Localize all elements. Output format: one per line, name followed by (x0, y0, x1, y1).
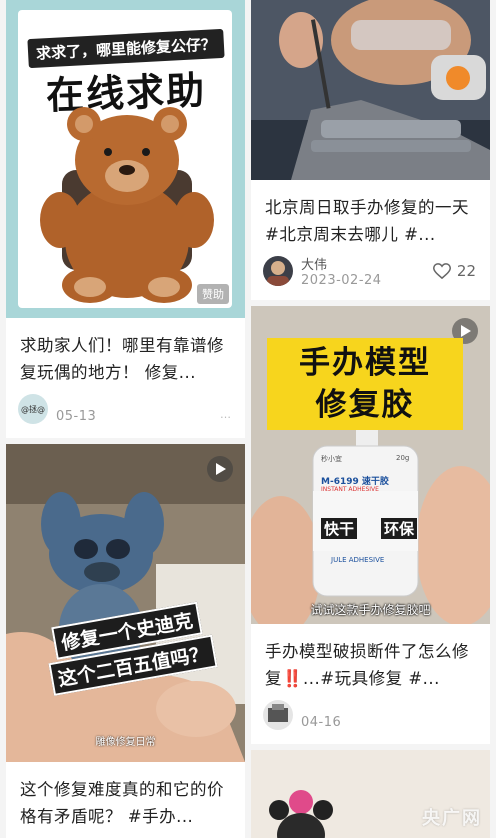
note-card[interactable]: 手办模型 修复胶 秒小宜 20g M-6199 速干胶 INSTANT ADHE… (251, 306, 490, 744)
note-title[interactable]: 求助家人们！哪里有靠谱修复玩偶的地方！ 修复... (6, 318, 245, 386)
note-title[interactable]: 这个修复难度真的和它的价格有矛盾呢？ #手办... (6, 762, 245, 838)
feed-column-left: 求求了，哪里能修复公仔？ 在线求助 赞助 求助家人们！哪里有靠谱修复玩偶的地方！… (6, 0, 245, 838)
note-date: 04-16 (301, 714, 342, 730)
avatar-image (267, 261, 289, 286)
heart-icon (432, 263, 451, 279)
bottle-brand: 秒小宜 (321, 455, 342, 463)
cover-title-line2: 修复胶 (315, 387, 415, 423)
author-avatar[interactable] (263, 700, 293, 730)
repair-workshop-image (251, 0, 490, 180)
note-title[interactable]: 手办模型破损断件了怎么修复‼️...#玩具修复 #... (251, 624, 490, 692)
avatar-image (268, 704, 288, 722)
note-card[interactable]: 北京周日取手办修复的一天 #北京周末去哪儿 #... 大伟 2023-02-24… (251, 0, 490, 300)
cover-footer-text: 雕像修复日常 (95, 737, 156, 748)
bottle-subtitle: INSTANT ADHESIVE (321, 486, 379, 493)
note-meta: 大伟 2023-02-24 22 (251, 248, 490, 300)
author-avatar[interactable]: @拯@ (18, 394, 48, 424)
play-icon (216, 463, 226, 475)
cover-title: 手办模型 修复胶 (267, 338, 463, 430)
bottle-footer: JULE ADHESIVE (331, 556, 385, 564)
note-title-part2: ...#玩具修复 #... (303, 669, 440, 688)
like-button[interactable]: 22 (432, 262, 476, 280)
note-cover[interactable]: 求求了，哪里能修复公仔？ 在线求助 赞助 (6, 0, 245, 318)
like-count: 22 (456, 262, 476, 280)
note-date: 2023-02-24 (301, 273, 382, 288)
note-title[interactable]: 北京周日取手办修复的一天 #北京周末去哪儿 #... (251, 180, 490, 248)
cover-caption-fast: 快干 (321, 518, 358, 539)
play-icon (461, 325, 471, 337)
watermark-logo: 央广网 (422, 808, 482, 829)
note-card[interactable]: 求求了，哪里能修复公仔？ 在线求助 赞助 求助家人们！哪里有靠谱修复玩偶的地方！… (6, 0, 245, 438)
cover-caption-eco: 环保 (381, 518, 418, 539)
teddy-bear-image (40, 107, 214, 303)
note-cover[interactable] (251, 0, 490, 180)
feed-column-right: 北京周日取手办修复的一天 #北京周末去哪儿 #... 大伟 2023-02-24… (251, 0, 490, 838)
author-name[interactable]: 大伟 (301, 254, 382, 273)
author-info: 04-16 (301, 701, 341, 730)
cover-title-line1: 手办模型 (299, 345, 431, 381)
author-badge-text: @拯@ (21, 404, 45, 414)
sponsored-tag: 赞助 (197, 284, 229, 304)
note-date: 05-13 (56, 408, 97, 424)
cover-subtitle: 试试这款手办修复胶吧 (310, 603, 431, 617)
like-count: … (220, 407, 231, 421)
like-button[interactable]: … (220, 408, 231, 421)
note-card[interactable]: 修复一个史迪克 这个二百五值吗？ 雕像修复日常 这个修复难度真的和它的价格有矛盾… (6, 444, 245, 838)
author-avatar[interactable] (263, 256, 293, 286)
note-meta: @拯@ 05-13 … (6, 386, 245, 438)
author-info: 05-13 (56, 395, 96, 424)
bottle-weight: 20g (396, 454, 410, 462)
note-cover[interactable]: 修复一个史迪克 这个二百五值吗？ 雕像修复日常 (6, 444, 245, 762)
note-feed: 求求了，哪里能修复公仔？ 在线求助 赞助 求助家人们！哪里有靠谱修复玩偶的地方！… (0, 0, 496, 838)
note-cover[interactable]: 手办模型 修复胶 秒小宜 20g M-6199 速干胶 INSTANT ADHE… (251, 306, 490, 624)
author-info: 大伟 2023-02-24 (301, 254, 382, 288)
note-meta: 04-16 (251, 692, 490, 744)
play-button[interactable] (207, 456, 233, 482)
double-exclamation-icon: ‼️ (282, 669, 304, 688)
